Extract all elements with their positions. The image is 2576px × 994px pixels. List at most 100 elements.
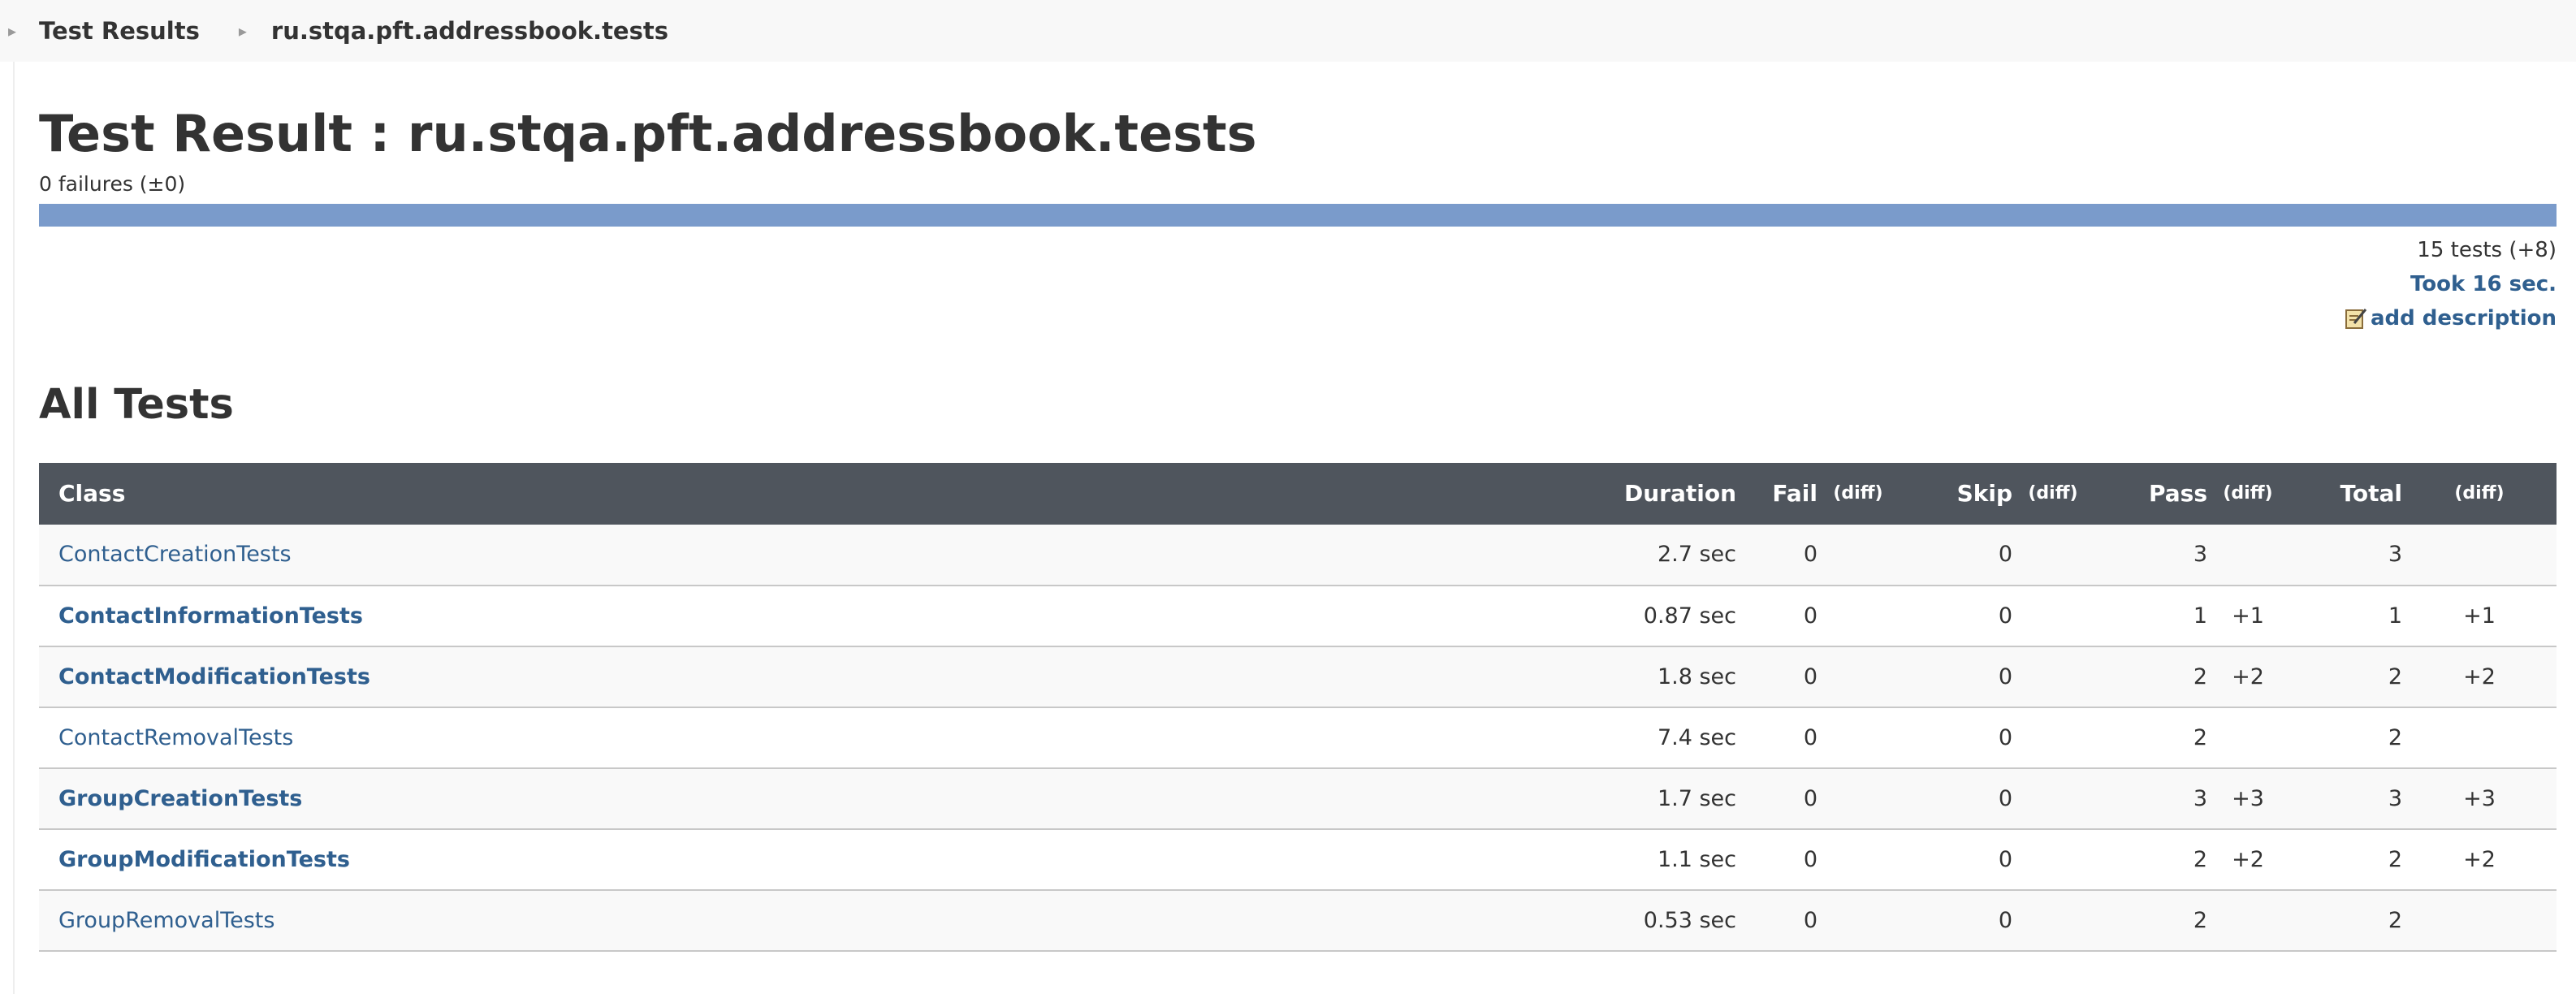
breadcrumb-item-package[interactable]: ru.stqa.pft.addressbook.tests [271,17,668,45]
skip-cell: 0 [1998,542,2012,568]
skip-cell: 0 [1998,663,2012,689]
column-header-skip-diff[interactable]: (diff) [2012,463,2094,525]
pass-cell: 1 [2193,603,2207,629]
skip-diff-cell [2012,829,2094,890]
duration-link[interactable]: Took 16 sec. [2410,272,2557,296]
fail-diff-cell [1817,646,1899,707]
skip-diff-cell [2012,586,2094,646]
skip-cell: 0 [1998,907,2012,933]
chevron-right-icon[interactable]: ▸ [8,21,16,41]
edit-note-icon [2345,309,2367,330]
column-header-class[interactable]: Class [39,463,1582,525]
pass-diff-cell: +1 [2232,603,2264,629]
duration-cell: 1.8 sec [1657,663,1736,689]
duration-cell: 0.53 sec [1643,907,1736,933]
pass-cell: 2 [2193,663,2207,689]
column-header-duration[interactable]: Duration [1582,463,1736,525]
page-title: Test Result : ru.stqa.pft.addressbook.te… [39,104,1257,163]
column-header-total[interactable]: Total [2289,463,2403,525]
main-content: Test Result : ru.stqa.pft.addressbook.te… [39,62,2557,952]
total-diff-cell: +1 [2463,603,2496,629]
duration-cell: 1.1 sec [1657,846,1736,872]
fail-diff-cell [1817,768,1899,829]
breadcrumb: ▸ Test Results ▸ ru.stqa.pft.addressbook… [0,0,2576,62]
chevron-right-icon[interactable]: ▸ [239,21,247,41]
fail-diff-cell [1817,890,1899,951]
total-cell: 2 [2388,663,2402,689]
skip-cell: 0 [1998,846,2012,872]
table-row: ContactCreationTests 2.7 sec 0 0 3 3 [39,524,2557,586]
total-diff-cell [2402,707,2557,768]
duration-cell: 7.4 sec [1657,724,1736,750]
total-cell: 2 [2388,724,2402,750]
tests-count: 15 tests (+8) [2417,238,2557,263]
total-cell: 1 [2388,603,2402,629]
total-cell: 2 [2388,846,2402,872]
class-link[interactable]: GroupCreationTests [39,768,1582,829]
class-link[interactable]: ContactInformationTests [39,586,1582,646]
results-table: Class Duration Fail (diff) Skip (diff) P… [39,462,2557,952]
column-header-fail[interactable]: Fail [1736,463,1817,525]
add-description-label: add description [2370,306,2557,331]
pass-cell: 2 [2193,846,2207,872]
breadcrumb-item-test-results[interactable]: Test Results [39,17,200,45]
failures-summary: 0 failures (±0) [39,172,186,197]
fail-cell: 0 [1803,603,1817,629]
table-row: GroupCreationTests 1.7 sec 0 0 3 +3 3 +3 [39,767,2557,829]
column-header-fail-diff[interactable]: (diff) [1817,463,1899,525]
total-diff-cell: +2 [2463,663,2496,689]
pass-cell: 2 [2193,907,2207,933]
class-link[interactable]: ContactModificationTests [39,646,1582,707]
column-header-pass-diff[interactable]: (diff) [2207,463,2289,525]
pass-diff-cell [2207,890,2289,951]
table-row: ContactInformationTests 0.87 sec 0 0 1 +… [39,585,2557,646]
total-diff-cell: +2 [2463,846,2496,872]
fail-diff-cell [1817,707,1899,768]
total-diff-cell [2402,525,2557,586]
column-header-skip[interactable]: Skip [1899,463,2012,525]
pass-diff-cell: +2 [2232,663,2264,689]
duration-cell: 2.7 sec [1657,542,1736,568]
column-header-pass[interactable]: Pass [2094,463,2207,525]
pass-diff-cell: +2 [2232,846,2264,872]
table-row: ContactRemovalTests 7.4 sec 0 0 2 2 [39,707,2557,768]
table-row: GroupRemovalTests 0.53 sec 0 0 2 2 [39,889,2557,951]
pass-cell: 3 [2193,542,2207,568]
fail-diff-cell [1817,586,1899,646]
column-header-total-diff[interactable]: (diff) [2402,463,2557,525]
fail-cell: 0 [1803,724,1817,750]
skip-cell: 0 [1998,724,2012,750]
duration-cell: 0.87 sec [1643,603,1736,629]
duration-cell: 1.7 sec [1657,785,1736,811]
pass-progress-bar [39,204,2557,227]
table-row: GroupModificationTests 1.1 sec 0 0 2 +2 … [39,828,2557,890]
fail-cell: 0 [1803,907,1817,933]
pass-cell: 3 [2193,785,2207,811]
fail-diff-cell [1817,525,1899,586]
class-link[interactable]: ContactCreationTests [39,525,1582,586]
add-description-link[interactable]: add description [2345,301,2557,335]
total-diff-cell: +3 [2463,785,2496,811]
skip-diff-cell [2012,525,2094,586]
total-cell: 3 [2388,785,2402,811]
skip-diff-cell [2012,707,2094,768]
total-cell: 2 [2388,907,2402,933]
skip-diff-cell [2012,646,2094,707]
fail-cell: 0 [1803,542,1817,568]
pass-diff-cell [2207,707,2289,768]
fail-diff-cell [1817,829,1899,890]
table-header-row: Class Duration Fail (diff) Skip (diff) P… [39,462,2557,525]
skip-cell: 0 [1998,603,2012,629]
table-row: ContactModificationTests 1.8 sec 0 0 2 +… [39,646,2557,707]
fail-cell: 0 [1803,846,1817,872]
section-title: All Tests [39,381,234,430]
class-link[interactable]: GroupModificationTests [39,829,1582,890]
fail-cell: 0 [1803,663,1817,689]
pass-diff-cell [2207,525,2289,586]
class-link[interactable]: GroupRemovalTests [39,890,1582,951]
sidebar-divider [13,62,15,994]
skip-diff-cell [2012,768,2094,829]
pass-cell: 2 [2193,724,2207,750]
class-link[interactable]: ContactRemovalTests [39,707,1582,768]
test-summary: 15 tests (+8) Took 16 sec. add descripti… [39,233,2557,340]
